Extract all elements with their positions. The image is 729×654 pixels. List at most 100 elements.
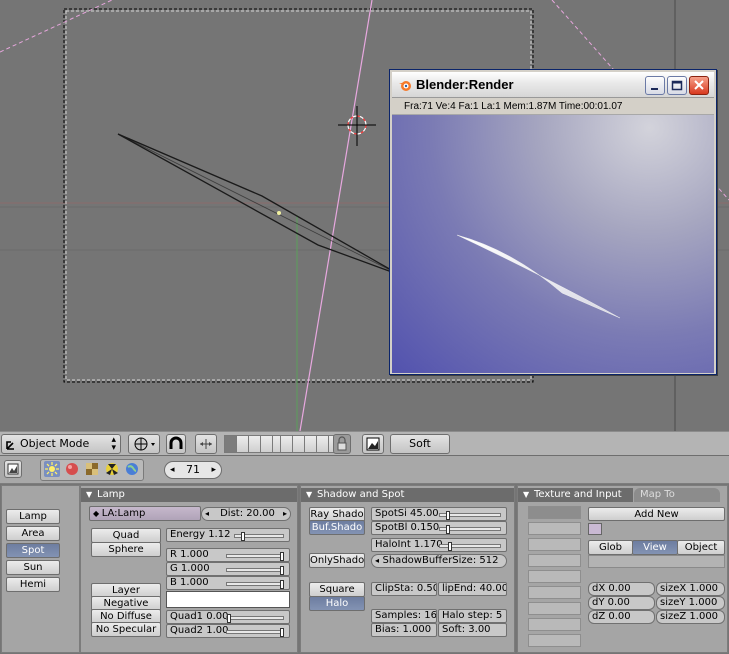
texture-channel-slot[interactable] xyxy=(528,586,581,599)
bias-field[interactable]: Bias: 1.000 xyxy=(371,623,437,637)
texture-channel-slot[interactable] xyxy=(528,570,581,583)
object-name-field[interactable] xyxy=(588,555,725,568)
clip-start-field[interactable]: ClipSta: 0.50 xyxy=(371,582,437,596)
lamp-type-spot[interactable]: Spot xyxy=(6,543,60,558)
blue-slider[interactable]: B 1.000 xyxy=(166,576,290,590)
energy-slider[interactable]: Energy 1.12 xyxy=(166,528,290,542)
slider-knob[interactable] xyxy=(280,552,284,561)
view-button[interactable]: View xyxy=(632,540,678,555)
no-specular-button[interactable]: No Specular xyxy=(91,622,161,637)
glob-button[interactable]: Glob xyxy=(588,540,633,555)
maximize-button[interactable] xyxy=(667,76,687,95)
solid-draw-icon xyxy=(134,437,155,451)
texture-channel-slot[interactable] xyxy=(528,602,581,615)
updown-arrows-icon: ◆ xyxy=(93,509,102,518)
buf-shadow-button[interactable]: Buf.Shado xyxy=(309,520,365,535)
lamp-panel-title[interactable]: Lamp xyxy=(81,488,297,502)
red-slider[interactable]: R 1.000 xyxy=(166,548,290,562)
slider-knob[interactable] xyxy=(280,580,284,589)
halo-int-slider[interactable]: HaloInt 1.170 xyxy=(371,538,507,552)
window-type-button[interactable] xyxy=(4,460,22,478)
dy-field[interactable]: dY 0.00 xyxy=(588,596,655,610)
pivot-button[interactable] xyxy=(166,434,186,454)
close-button[interactable] xyxy=(689,76,709,95)
slider-knob[interactable] xyxy=(227,614,231,623)
lamp-type-hemi[interactable]: Hemi xyxy=(6,577,60,592)
only-shadow-button[interactable]: OnlyShado xyxy=(309,553,365,568)
shadow-spot-panel-title[interactable]: Shadow and Spot xyxy=(301,488,514,502)
shadow-buffer-size-field[interactable]: ◂ ShadowBufferSize: 512 xyxy=(371,554,507,568)
decrement-arrow-icon[interactable]: ◂ xyxy=(375,555,379,567)
slider-knob[interactable] xyxy=(448,542,452,551)
green-slider[interactable]: G 1.000 xyxy=(166,562,290,576)
lamp-context-icon[interactable] xyxy=(44,461,60,477)
increment-arrow-icon[interactable]: ▸ xyxy=(211,462,216,478)
lamp-type-lamp[interactable]: Lamp xyxy=(6,509,60,524)
slider-knob[interactable] xyxy=(446,511,450,520)
halo-int-text: HaloInt 1.170 xyxy=(375,539,443,550)
layer-buttons-1[interactable] xyxy=(224,435,285,453)
lamp-type-sun[interactable]: Sun xyxy=(6,560,60,575)
size-y-field[interactable]: sizeY 1.000 xyxy=(656,596,725,610)
object-origin xyxy=(277,211,281,215)
lamp-color-swatch[interactable] xyxy=(166,591,290,608)
quad-button[interactable]: Quad xyxy=(91,528,161,543)
size-z-field[interactable]: sizeZ 1.000 xyxy=(656,610,725,624)
mode-select[interactable]: Object Mode ▴ ▾ xyxy=(1,434,121,454)
dist-field[interactable]: ◂ Dist: 20.00 ▸ xyxy=(201,507,291,521)
texture-channel-slot[interactable] xyxy=(528,618,581,631)
lock-layers-button[interactable] xyxy=(333,434,351,454)
size-x-field[interactable]: sizeX 1.000 xyxy=(656,582,725,596)
slider-knob[interactable] xyxy=(241,532,245,541)
slider-knob[interactable] xyxy=(280,566,284,575)
soft-field[interactable]: Soft: 3.00 xyxy=(438,623,507,637)
decrement-arrow-icon[interactable]: ◂ xyxy=(205,508,209,520)
world-context-icon[interactable] xyxy=(124,461,140,477)
lamp-type-area[interactable]: Area xyxy=(6,526,60,541)
radiosity-context-icon[interactable] xyxy=(104,461,120,477)
layer-buttons-2[interactable] xyxy=(280,435,341,453)
halo-step-field[interactable]: Halo step: 5 xyxy=(438,609,507,623)
halo-button[interactable]: Halo xyxy=(309,596,365,611)
texture-channel-slot[interactable] xyxy=(528,554,581,567)
add-new-texture-button[interactable]: Add New xyxy=(588,507,725,521)
3d-viewport[interactable]: Blender:Render Fra:71 Ve:4 Fa:1 La:1 Mem… xyxy=(0,0,729,431)
minimize-button[interactable] xyxy=(645,76,665,95)
object-button[interactable]: Object xyxy=(677,540,725,555)
decrement-arrow-icon[interactable]: ◂ xyxy=(170,462,175,478)
quad2-text: Quad2 1.00 xyxy=(170,625,229,636)
samples-field[interactable]: Samples: 16 xyxy=(371,609,437,623)
spot-size-slider[interactable]: SpotSi 45.00 xyxy=(371,507,507,521)
clip-end-field[interactable]: lipEnd: 40.00 xyxy=(438,582,507,596)
render-window-titlebar[interactable]: Blender:Render xyxy=(392,72,714,98)
texture-channel-slot[interactable] xyxy=(528,506,581,519)
size-z-text: sizeZ 1.000 xyxy=(660,611,719,622)
slider-knob[interactable] xyxy=(280,628,284,637)
dz-field[interactable]: dZ 0.00 xyxy=(588,610,655,624)
increment-arrow-icon[interactable]: ▸ xyxy=(283,508,287,520)
halo-step-text: Halo step: 5 xyxy=(442,610,503,621)
quad2-slider[interactable]: Quad2 1.00 xyxy=(166,624,290,638)
texture-channel-slot[interactable] xyxy=(528,538,581,551)
render-preview-button[interactable] xyxy=(362,434,384,454)
soft-button[interactable]: Soft xyxy=(390,434,450,454)
dx-field[interactable]: dX 0.00 xyxy=(588,582,655,596)
texture-browse-icon[interactable] xyxy=(588,523,602,535)
texture-context-icon[interactable] xyxy=(84,461,100,477)
slider-knob[interactable] xyxy=(446,525,450,534)
render-window[interactable]: Blender:Render Fra:71 Ve:4 Fa:1 La:1 Mem… xyxy=(389,69,717,375)
texture-channel-slot[interactable] xyxy=(528,522,581,535)
texture-channel-slot[interactable] xyxy=(528,634,581,647)
material-context-icon[interactable] xyxy=(64,461,80,477)
square-button[interactable]: Square xyxy=(309,582,365,597)
updown-arrows-icon: ▴ ▾ xyxy=(111,435,116,453)
manipulator-button[interactable] xyxy=(195,434,217,454)
texture-input-tab[interactable]: Texture and Input xyxy=(518,488,633,502)
quad1-slider[interactable]: Quad1 0.00 xyxy=(166,610,290,624)
sphere-button[interactable]: Sphere xyxy=(91,542,161,557)
map-to-tab[interactable]: Map To xyxy=(634,488,720,502)
frame-number-field[interactable]: ◂ 71 ▸ xyxy=(164,461,222,479)
spot-blend-slider[interactable]: SpotBl 0.150 xyxy=(371,521,507,535)
lamp-name-field[interactable]: ◆ LA:Lamp xyxy=(89,506,201,521)
draw-type-button[interactable] xyxy=(128,434,160,454)
